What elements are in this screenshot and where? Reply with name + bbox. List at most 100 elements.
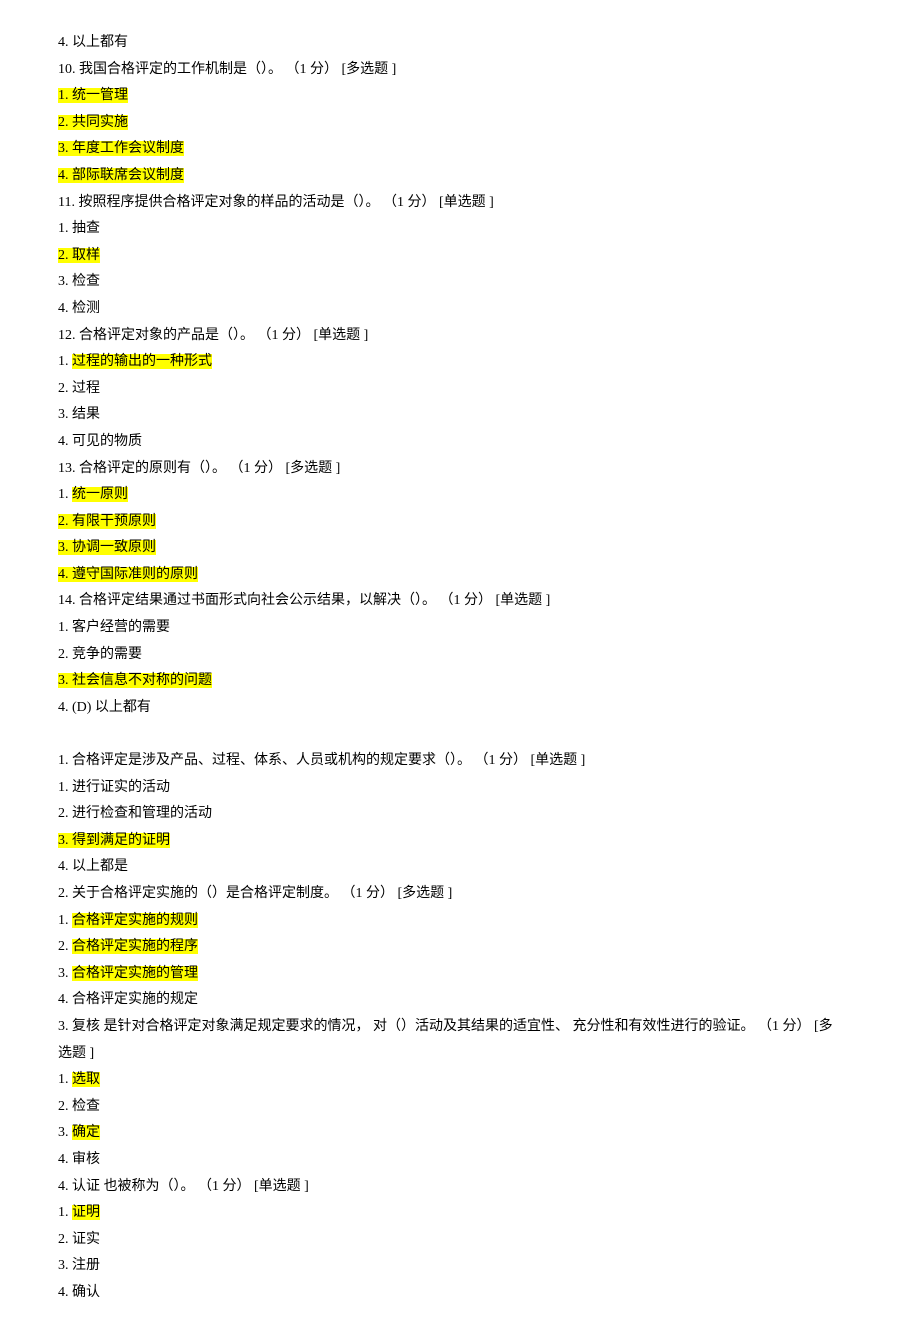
text-line <box>58 721 862 748</box>
plain-text: 选题 ] <box>58 1046 94 1061</box>
highlighted-text: 3. 年度工作会议制度 <box>58 141 184 156</box>
text-line: 3. 社会信息不对称的问题 <box>58 668 862 695</box>
text-line: 3. 结果 <box>58 402 862 429</box>
text-line: 1. 统一管理 <box>58 83 862 110</box>
plain-text: 2. 过程 <box>58 381 100 396</box>
plain-text: 1. <box>58 1205 72 1220</box>
text-line: 1. 客户经营的需要 <box>58 615 862 642</box>
plain-text: 4. 确认 <box>58 1285 100 1300</box>
highlighted-text: 3. 协调一致原则 <box>58 540 156 555</box>
plain-text: （1 分） [单选题 ] <box>471 753 585 768</box>
text-line: 4. 检测 <box>58 296 862 323</box>
highlighted-text: 合格评定实施的管理 <box>72 966 198 981</box>
plain-text: 2. 检查 <box>58 1099 100 1114</box>
text-line: 11. 按照程序提供合格评定对象的样品的活动是（）。 （1 分） [单选题 ] <box>58 190 862 217</box>
text-line: 2. 取样 <box>58 243 862 270</box>
text-line: 4. 审核 <box>58 1147 862 1174</box>
plain-text: 2. 进行检查和管理的活动 <box>58 806 212 821</box>
plain-text: 4. 以上都是 <box>58 859 128 874</box>
plain-text: （1 分） [单选题 ] <box>254 328 368 343</box>
plain-text: 4. 以上都有 <box>58 35 128 50</box>
text-line: 1. 统一原则 <box>58 482 862 509</box>
plain-text: 1. <box>58 913 72 928</box>
text-line: 2. 过程 <box>58 376 862 403</box>
text-line: 1. 过程的输出的一种形式 <box>58 349 862 376</box>
plain-text: 12. 合格评定对象的产品是（）。 <box>58 328 254 343</box>
plain-text: 1. <box>58 354 72 369</box>
plain-text: （1 分） [多选题 ] <box>226 461 340 476</box>
plain-text: 1. 抽查 <box>58 221 100 236</box>
text-line: 12. 合格评定对象的产品是（）。 （1 分） [单选题 ] <box>58 323 862 350</box>
text-line: 14. 合格评定结果通过书面形式向社会公示结果，以解决（）。 （1 分） [单选… <box>58 588 862 615</box>
plain-text: 3. 检查 <box>58 274 100 289</box>
plain-text: 3. <box>58 1125 72 1140</box>
plain-text: 4. 认证 也被称为（）。 <box>58 1179 195 1194</box>
text-line: 4. 以上都是 <box>58 854 862 881</box>
plain-text: 4. 检测 <box>58 301 100 316</box>
plain-text: 4. 审核 <box>58 1152 100 1167</box>
text-line: 4. 以上都有 <box>58 30 862 57</box>
highlighted-text: 确定 <box>72 1125 100 1140</box>
plain-text: 3. 注册 <box>58 1258 100 1273</box>
highlighted-text: 合格评定实施的规则 <box>72 913 198 928</box>
text-line: 2. 有限干预原则 <box>58 509 862 536</box>
highlighted-text: 证明 <box>72 1205 100 1220</box>
text-line: 3. 确定 <box>58 1120 862 1147</box>
document-page: 4. 以上都有10. 我国合格评定的工作机制是（）。 （1 分） [多选题 ]1… <box>0 0 920 1337</box>
text-line: 2. 检查 <box>58 1094 862 1121</box>
text-line: 13. 合格评定的原则有（）。 （1 分） [多选题 ] <box>58 456 862 483</box>
text-line: 2. 合格评定实施的程序 <box>58 934 862 961</box>
text-line: 3. 协调一致原则 <box>58 535 862 562</box>
text-line: 1. 进行证实的活动 <box>58 775 862 802</box>
text-line: 4. 认证 也被称为（）。 （1 分） [单选题 ] <box>58 1174 862 1201</box>
text-line: 3. 得到满足的证明 <box>58 828 862 855</box>
text-line: 3. 注册 <box>58 1253 862 1280</box>
text-line: 2. 竞争的需要 <box>58 642 862 669</box>
plain-text: 1. <box>58 1072 72 1087</box>
highlighted-text: 选取 <box>72 1072 100 1087</box>
highlighted-text: 2. 共同实施 <box>58 115 128 130</box>
plain-text: 3. 复核 是针对合格评定对象满足规定要求的情况， 对（）活动及其结果的适宜性、… <box>58 1019 833 1034</box>
text-line: 4. 部际联席会议制度 <box>58 163 862 190</box>
plain-text: 13. 合格评定的原则有（）。 <box>58 461 226 476</box>
plain-text: （1 分） [多选题 ] <box>282 62 396 77</box>
plain-text: 1. 进行证实的活动 <box>58 780 170 795</box>
text-line: 2. 关于合格评定实施的（）是合格评定制度。 （1 分） [多选题 ] <box>58 881 862 908</box>
highlighted-text: 2. 有限干预原则 <box>58 514 156 529</box>
text-line: 1. 合格评定是涉及产品、过程、体系、人员或机构的规定要求（）。 （1 分） [… <box>58 748 862 775</box>
plain-text: 11. 按照程序提供合格评定对象的样品的活动是（）。 <box>58 195 379 210</box>
plain-text: 1. 合格评定是涉及产品、过程、体系、人员或机构的规定要求（）。 <box>58 753 471 768</box>
text-line: 2. 共同实施 <box>58 110 862 137</box>
text-line: 3. 检查 <box>58 269 862 296</box>
plain-text: 3. <box>58 966 72 981</box>
plain-text: 2. 关于合格评定实施的（）是合格评定制度。 <box>58 886 338 901</box>
highlighted-text: 1. 统一管理 <box>58 88 128 103</box>
highlighted-text: 4. 遵守国际准则的原则 <box>58 567 198 582</box>
text-line: 4. 遵守国际准则的原则 <box>58 562 862 589</box>
plain-text: （1 分） [多选题 ] <box>338 886 452 901</box>
text-line: 4. (D) 以上都有 <box>58 695 862 722</box>
text-line: 3. 合格评定实施的管理 <box>58 961 862 988</box>
text-line: 1. 抽查 <box>58 216 862 243</box>
plain-text: （1 分） [单选题 ] <box>195 1179 309 1194</box>
highlighted-text: 过程的输出的一种形式 <box>72 354 212 369</box>
text-line: 3. 复核 是针对合格评定对象满足规定要求的情况， 对（）活动及其结果的适宜性、… <box>58 1014 862 1041</box>
text-line: 4. 可见的物质 <box>58 429 862 456</box>
text-line: 2. 进行检查和管理的活动 <box>58 801 862 828</box>
plain-text: （1 分） [单选题 ] <box>379 195 493 210</box>
plain-text: 14. 合格评定结果通过书面形式向社会公示结果，以解决（）。 <box>58 593 436 608</box>
plain-text: 4. 可见的物质 <box>58 434 142 449</box>
plain-text: 10. 我国合格评定的工作机制是（）。 <box>58 62 282 77</box>
text-line: 选题 ] <box>58 1041 862 1068</box>
highlighted-text: 4. 部际联席会议制度 <box>58 168 184 183</box>
plain-text: （1 分） [单选题 ] <box>436 593 550 608</box>
text-line: 1. 证明 <box>58 1200 862 1227</box>
plain-text: 1. 客户经营的需要 <box>58 620 170 635</box>
highlighted-text: 2. 取样 <box>58 248 100 263</box>
highlighted-text: 3. 得到满足的证明 <box>58 833 170 848</box>
plain-text: 4. 合格评定实施的规定 <box>58 992 198 1007</box>
plain-text: 2. 竞争的需要 <box>58 647 142 662</box>
plain-text: 2. 证实 <box>58 1232 100 1247</box>
plain-text: 4. (D) 以上都有 <box>58 700 151 715</box>
text-line: 2. 证实 <box>58 1227 862 1254</box>
